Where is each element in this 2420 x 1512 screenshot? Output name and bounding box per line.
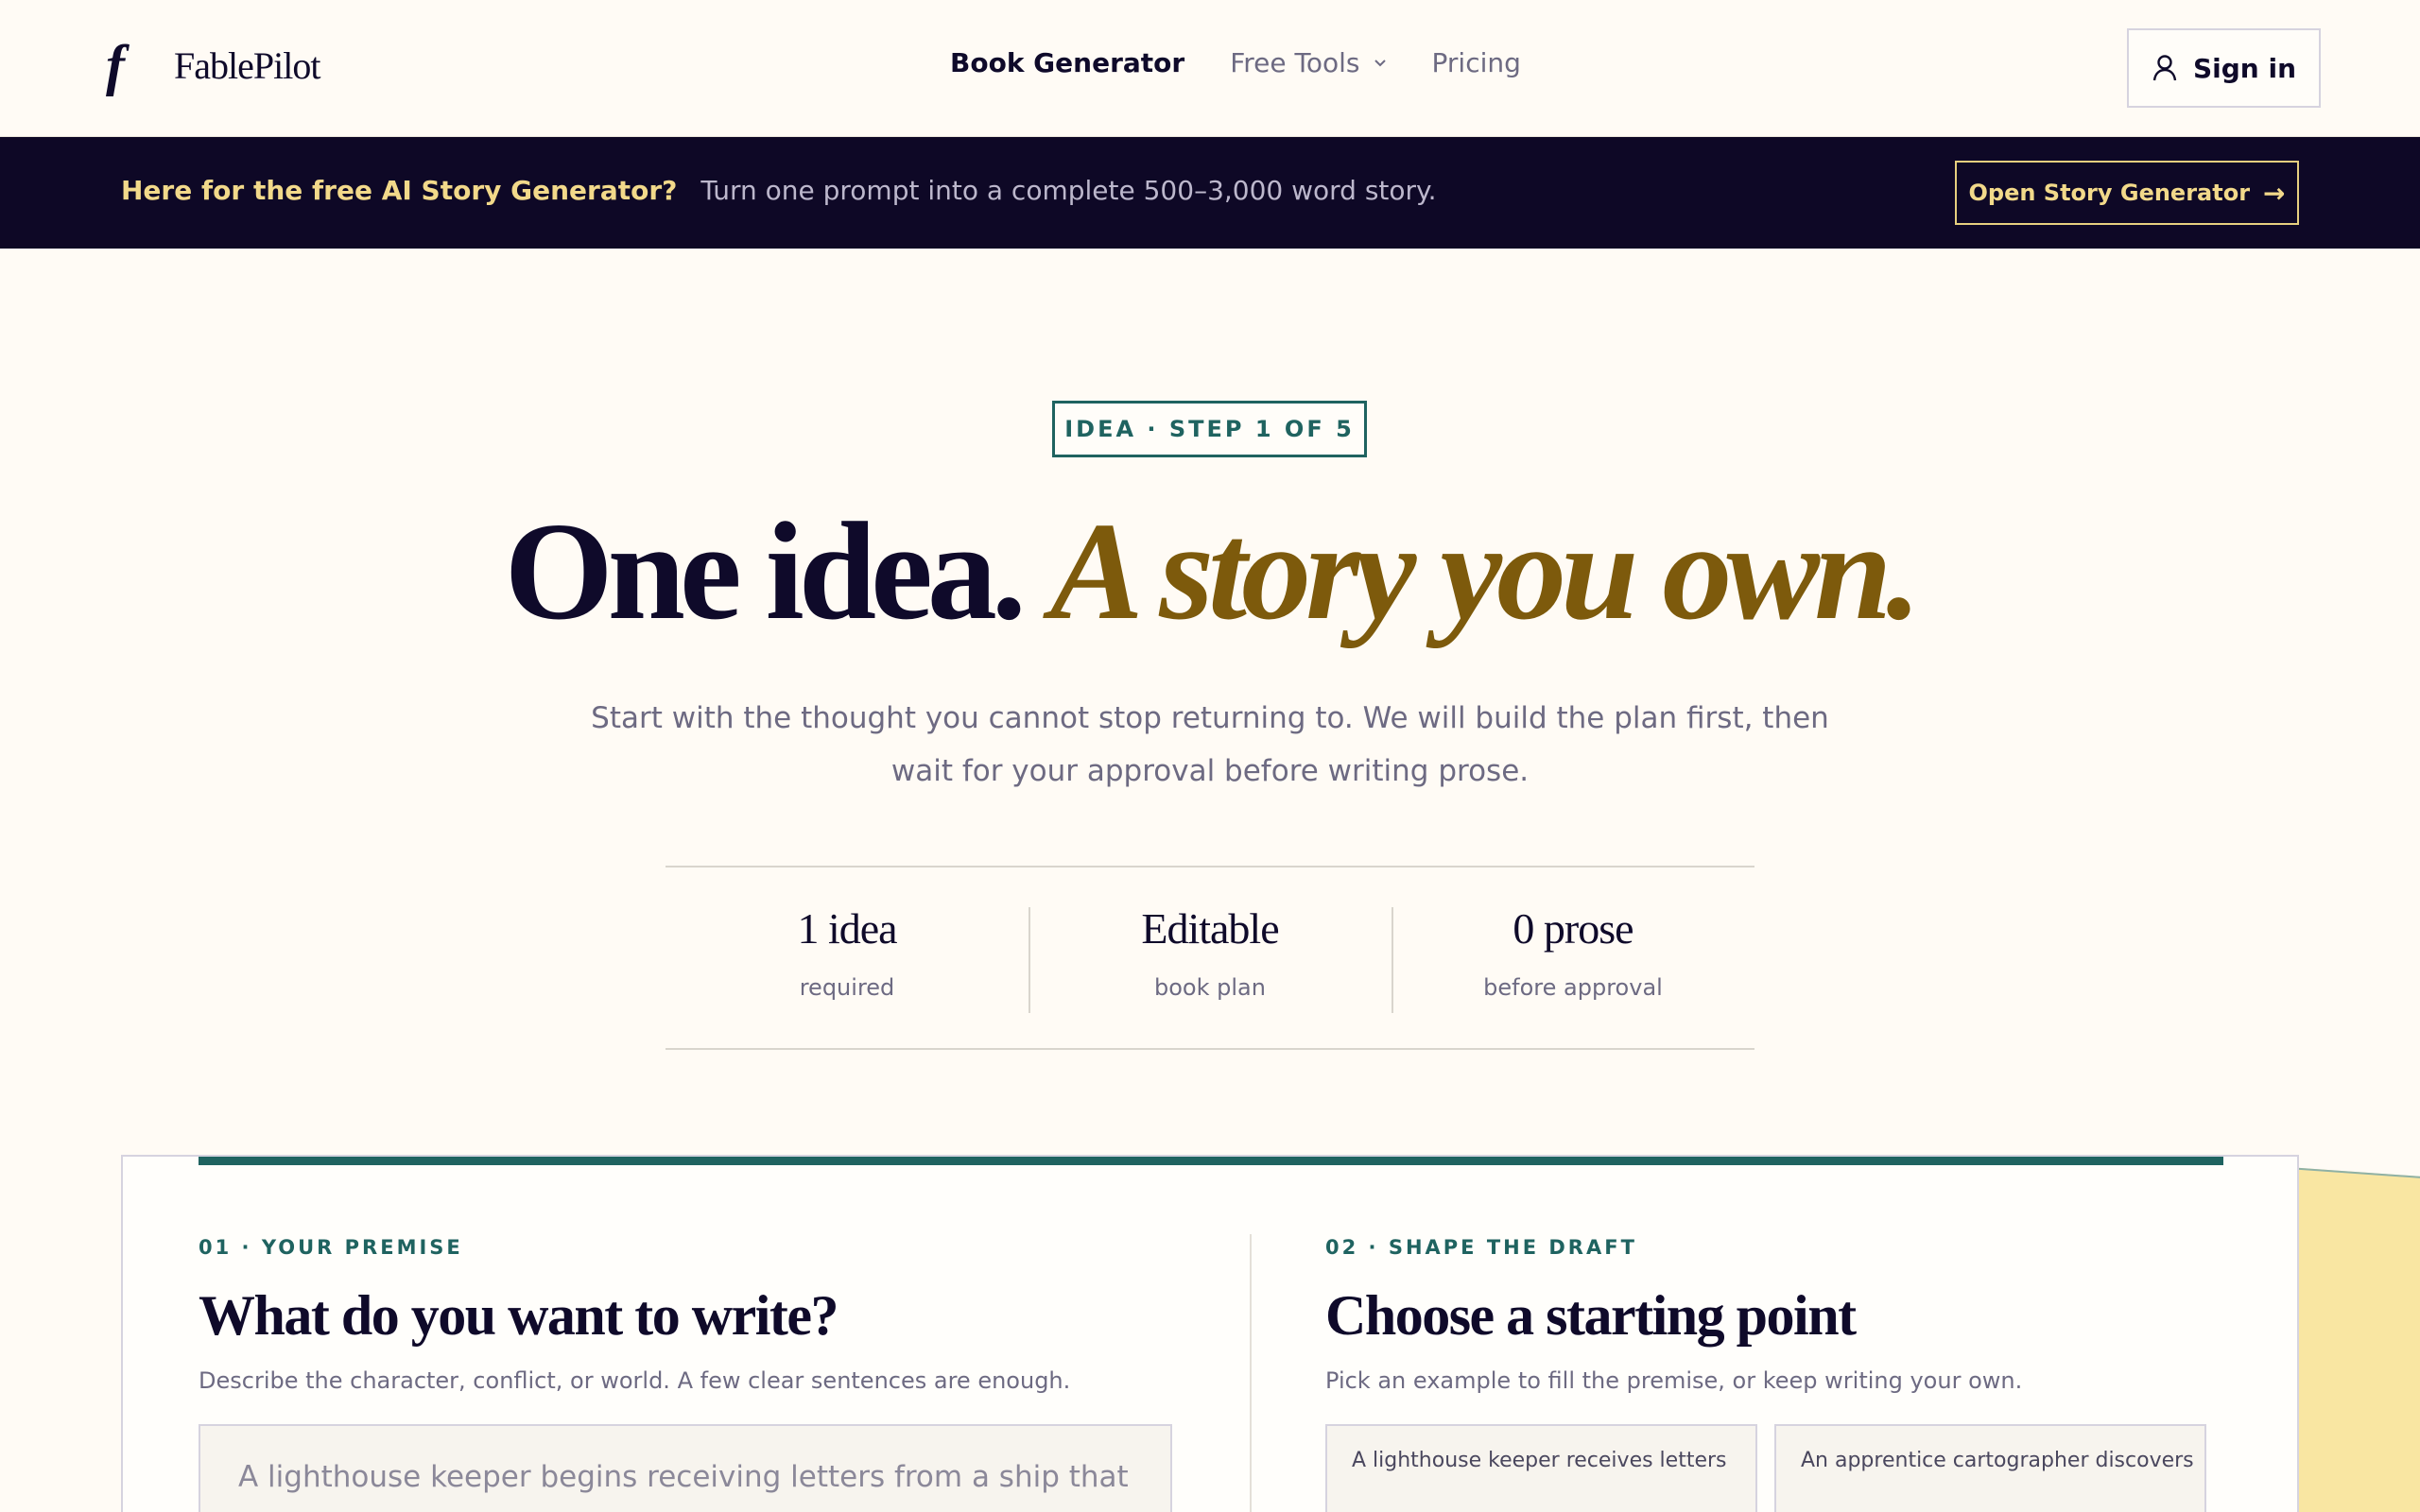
stat-item: Editable book plan <box>1028 868 1392 1048</box>
stat-label: required <box>799 974 895 1001</box>
site-header: f FablePilot Book Generator Free Tools P… <box>0 0 2420 137</box>
banner-text: Here for the free AI Story Generator? Tu… <box>121 175 1437 206</box>
main-nav: Book Generator Free Tools Pricing <box>950 47 1566 78</box>
premise-description: Describe the character, conflict, or wor… <box>199 1367 1071 1394</box>
stat-item: 1 idea required <box>666 868 1028 1048</box>
column-divider <box>1250 1234 1252 1512</box>
idea-form-card: 01 · YOUR PREMISE What do you want to wr… <box>121 1155 2299 1512</box>
shape-title: Choose a starting point <box>1325 1284 1857 1347</box>
hero-title: One idea. A story you own. <box>0 491 2420 652</box>
stat-label: book plan <box>1154 974 1266 1001</box>
stat-value: 0 prose <box>1512 904 1634 953</box>
premise-input[interactable]: A lighthouse keeper begins receiving let… <box>199 1424 1172 1512</box>
nav-free-tools[interactable]: Free Tools <box>1230 47 1386 78</box>
sign-in-button[interactable]: Sign in <box>2127 28 2321 108</box>
stat-value: Editable <box>1141 904 1279 953</box>
banner-description: Turn one prompt into a complete 500–3,00… <box>700 175 1437 206</box>
nav-book-generator[interactable]: Book Generator <box>950 47 1184 78</box>
decorative-shape <box>2288 1167 2420 1512</box>
logo-mark-icon: f <box>106 34 125 96</box>
hero-subtitle: Start with the thought you cannot stop r… <box>591 701 1829 788</box>
stat-item: 0 prose before approval <box>1392 868 1754 1048</box>
open-story-generator-button[interactable]: Open Story Generator → <box>1955 161 2299 225</box>
open-story-generator-label: Open Story Generator <box>1968 180 2251 206</box>
user-icon <box>2152 55 2177 81</box>
hero-title-main: One idea. <box>504 494 1027 649</box>
nav-book-generator-label: Book Generator <box>950 47 1185 78</box>
sign-in-label: Sign in <box>2192 52 2297 84</box>
premise-kicker: 01 · YOUR PREMISE <box>199 1236 463 1259</box>
premise-title: What do you want to write? <box>199 1284 839 1347</box>
stat-value: 1 idea <box>797 904 897 953</box>
banner-headline: Here for the free AI Story Generator? <box>121 175 678 206</box>
hero-title-accent: A story you own. <box>1049 494 1922 649</box>
example-list: A lighthouse keeper receives letters An … <box>1325 1424 2223 1512</box>
chevron-down-icon <box>1374 59 1386 66</box>
shape-description: Pick an example to fill the premise, or … <box>1325 1367 2023 1394</box>
brand-logo[interactable]: f FablePilot <box>106 34 320 96</box>
shape-kicker: 02 · SHAPE THE DRAFT <box>1325 1236 1637 1259</box>
step-badge: IDEA · STEP 1 OF 5 <box>1052 401 1367 457</box>
arrow-right-icon: → <box>2263 177 2286 209</box>
nav-pricing[interactable]: Pricing <box>1432 47 1521 78</box>
premise-section: 01 · YOUR PREMISE What do you want to wr… <box>199 1236 1172 1512</box>
example-card[interactable]: An apprentice cartographer discovers <box>1774 1424 2206 1512</box>
nav-free-tools-label: Free Tools <box>1230 47 1360 78</box>
nav-pricing-label: Pricing <box>1431 47 1521 78</box>
stat-label: before approval <box>1483 974 1663 1001</box>
card-accent-bar <box>199 1157 2223 1165</box>
stats-row: 1 idea required Editable book plan 0 pro… <box>666 866 1754 1050</box>
shape-draft-section: 02 · SHAPE THE DRAFT Choose a starting p… <box>1325 1236 2223 1512</box>
brand-name: FablePilot <box>174 43 320 87</box>
example-card[interactable]: A lighthouse keeper receives letters <box>1325 1424 1757 1512</box>
